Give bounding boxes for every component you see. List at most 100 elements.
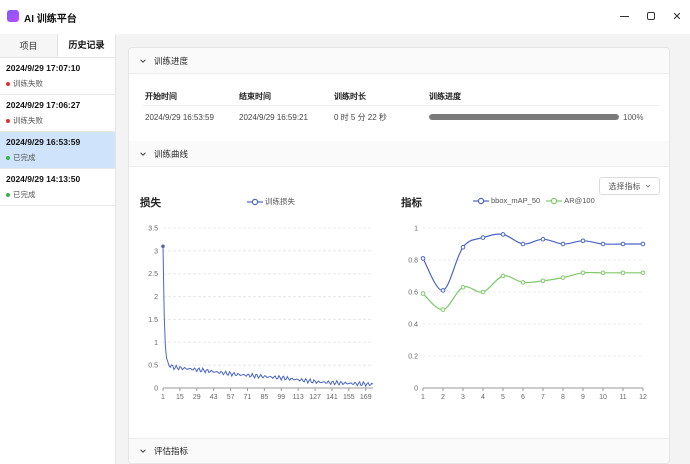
chevron-down-icon bbox=[140, 58, 146, 63]
history-item-selected[interactable]: 2024/9/29 16:53:59 已完成 bbox=[0, 132, 115, 169]
section-title: 训练进度 bbox=[154, 55, 189, 66]
curve-section-header[interactable]: 训练曲线 bbox=[129, 141, 669, 167]
y-tick-label: 2.5 bbox=[148, 271, 158, 278]
data-point bbox=[540, 278, 546, 284]
data-point bbox=[620, 270, 626, 276]
legend-item[interactable]: AR@100 bbox=[546, 196, 595, 205]
header-progress: 训练进度 bbox=[429, 92, 461, 101]
sidebar-tabs: 项目 历史记录 bbox=[0, 34, 115, 58]
history-item[interactable]: 2024/9/29 17:06:27 训练失败 bbox=[0, 95, 115, 132]
data-point bbox=[480, 235, 486, 240]
app-title: AI 训练平台 bbox=[24, 14, 77, 25]
section-title: 评估指标 bbox=[154, 446, 189, 456]
chevron-down-icon bbox=[140, 151, 146, 156]
y-tick-label: 0.5 bbox=[148, 363, 158, 370]
y-tick-label: 0 bbox=[414, 386, 418, 393]
x-tick-label: 3 bbox=[461, 394, 465, 400]
app-logo-icon bbox=[7, 10, 19, 22]
metric-chart-title: 指标 bbox=[401, 197, 422, 209]
minimize-icon bbox=[619, 15, 629, 17]
metric-legend[interactable]: bbox_mAP_50 AR@100 bbox=[473, 196, 601, 205]
progress-bar-fill bbox=[429, 114, 619, 120]
tab-projects[interactable]: 项目 bbox=[0, 34, 58, 57]
legend-label: 训练损失 bbox=[265, 197, 295, 206]
series-line-1 bbox=[422, 271, 643, 311]
x-tick-label: 1 bbox=[161, 394, 165, 400]
history-item[interactable]: 2024/9/29 14:13:50 已完成 bbox=[0, 169, 115, 206]
data-point bbox=[580, 238, 586, 244]
header-start: 开始时间 bbox=[145, 92, 177, 101]
y-tick-label: 0.2 bbox=[408, 354, 418, 361]
y-tick-label: 3.5 bbox=[148, 226, 158, 233]
loss-legend[interactable]: 训练损失 bbox=[247, 196, 301, 207]
eval-section-header[interactable]: 评估指标 bbox=[129, 438, 669, 463]
x-tick-label: 57 bbox=[227, 394, 235, 400]
data-point bbox=[161, 244, 165, 249]
history-status: 已完成 bbox=[13, 153, 36, 162]
metric-chart: 00.20.40.60.811 2 3 4 5 6 7 8 9 10 11 12 bbox=[408, 226, 647, 401]
x-tick-label: 43 bbox=[210, 394, 218, 400]
data-point bbox=[640, 270, 646, 276]
maximize-button[interactable] bbox=[644, 9, 658, 23]
close-icon: ✕ bbox=[672, 10, 682, 23]
x-tick-label: 1 bbox=[421, 394, 425, 400]
table-header: 开始时间 结束时间 训练时长 训练进度 bbox=[143, 88, 659, 106]
x-tick-label: 8 bbox=[561, 394, 565, 400]
x-tick-label: 141 bbox=[326, 394, 338, 400]
x-tick-label: 9 bbox=[581, 394, 585, 400]
status-dot-icon bbox=[6, 118, 10, 123]
history-time: 2024/9/29 17:06:27 bbox=[6, 100, 81, 110]
data-point bbox=[480, 289, 486, 295]
legend-line-icon bbox=[546, 197, 563, 204]
history-list: 2024/9/29 17:07:10 训练失败 2024/9/29 17:06:… bbox=[0, 58, 115, 206]
title-bar: AI 训练平台 ✕ bbox=[0, 0, 690, 34]
close-button[interactable]: ✕ bbox=[670, 9, 684, 23]
data-point bbox=[460, 284, 466, 290]
data-point bbox=[560, 275, 566, 280]
chevron-down-icon bbox=[140, 449, 146, 453]
data-point bbox=[420, 291, 426, 296]
chevron-down-icon bbox=[645, 184, 650, 188]
tab-history[interactable]: 历史记录 bbox=[58, 34, 115, 57]
cell-duration: 0 时 5 分 22 秒 bbox=[334, 112, 387, 122]
data-point bbox=[440, 307, 446, 312]
x-tick-label: 169 bbox=[360, 394, 372, 400]
data-point bbox=[600, 241, 606, 247]
progress-section-header[interactable]: 训练进度 bbox=[129, 48, 669, 74]
main-panel: 训练进度 开始时间 结束时间 训练时长 训练进度 2024/9/29 16:53… bbox=[128, 47, 670, 464]
metric-select-label: 选择指标 bbox=[608, 181, 641, 191]
progress-text: 100% bbox=[623, 112, 644, 122]
status-dot-icon bbox=[6, 81, 10, 86]
cell-progress: 100% bbox=[429, 113, 659, 122]
data-point bbox=[540, 236, 546, 242]
metric-select[interactable]: 选择指标 bbox=[599, 177, 660, 195]
history-item[interactable]: 2024/9/29 17:07:10 训练失败 bbox=[0, 58, 115, 95]
legend-item[interactable]: 训练损失 bbox=[247, 196, 295, 207]
x-tick-label: 10 bbox=[599, 394, 607, 400]
y-tick-label: 0.4 bbox=[408, 322, 418, 329]
minimize-button[interactable] bbox=[617, 9, 631, 23]
x-tick-label: 127 bbox=[309, 394, 321, 400]
cell-end: 2024/9/29 16:59:21 bbox=[239, 112, 308, 122]
data-point bbox=[600, 270, 606, 276]
sidebar: 项目 历史记录 2024/9/29 17:07:10 训练失败 2024/9/2… bbox=[0, 34, 116, 464]
data-point bbox=[500, 232, 506, 237]
y-tick-label: 0.6 bbox=[408, 290, 418, 297]
data-point bbox=[620, 241, 626, 247]
y-tick-label: 0.8 bbox=[408, 258, 418, 265]
data-point bbox=[560, 241, 566, 247]
header-duration: 训练时长 bbox=[334, 92, 366, 101]
history-time: 2024/9/29 16:53:59 bbox=[6, 137, 81, 147]
y-tick-label: 1.5 bbox=[148, 317, 158, 324]
status-dot-icon bbox=[6, 155, 10, 160]
maximize-icon bbox=[647, 12, 655, 20]
data-point bbox=[460, 244, 466, 250]
x-tick-label: 5 bbox=[501, 394, 505, 400]
loss-chart-title: 损失 bbox=[140, 197, 161, 209]
data-point bbox=[500, 273, 506, 279]
status-dot-icon bbox=[6, 192, 10, 197]
legend-item[interactable]: bbox_mAP_50 bbox=[473, 196, 540, 205]
x-tick-label: 29 bbox=[193, 394, 201, 400]
legend-line-icon bbox=[247, 198, 263, 205]
legend-label: AR@100 bbox=[564, 196, 595, 205]
